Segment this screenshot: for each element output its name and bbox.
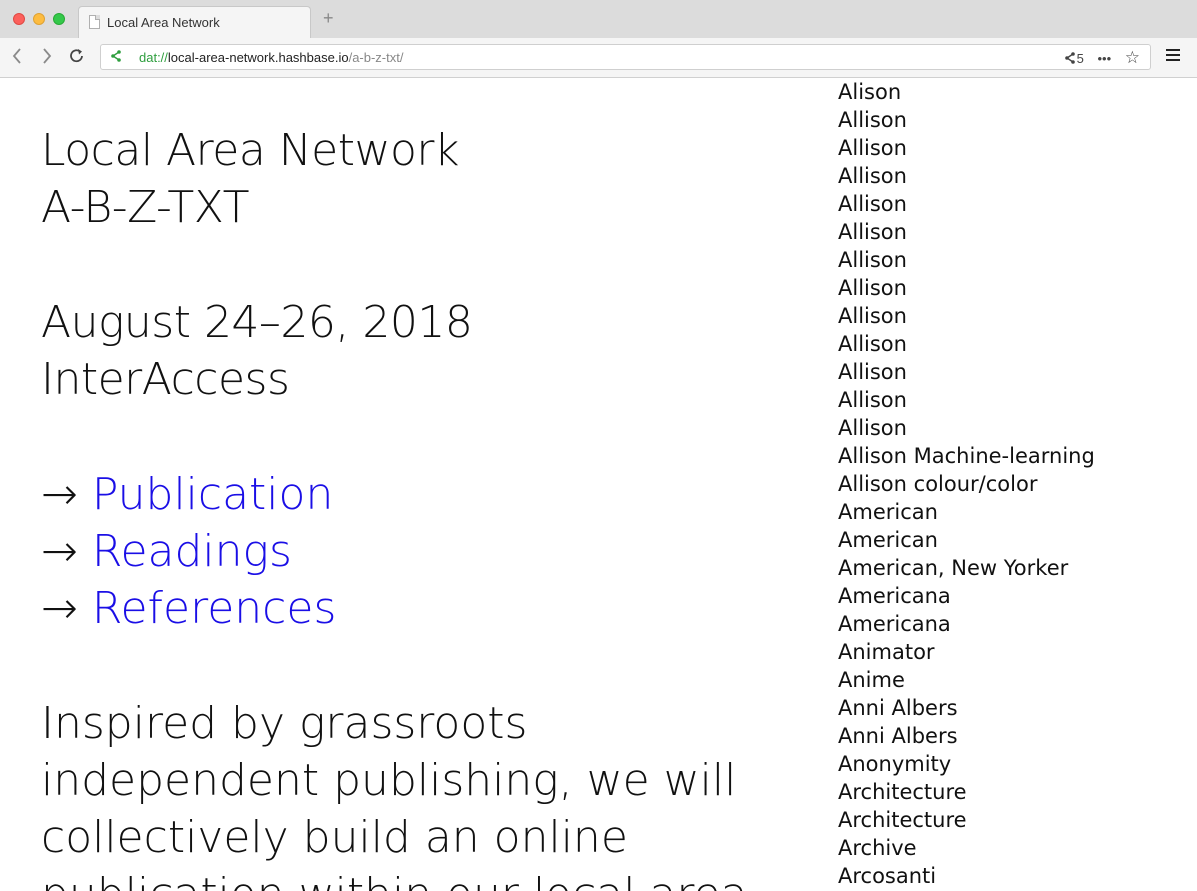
index-list-item: Allison colour/color	[838, 472, 1038, 496]
hamburger-menu-icon[interactable]	[1166, 49, 1180, 61]
url-text[interactable]: dat://local-area-network.hashbase.io/a-b…	[139, 50, 403, 65]
index-list-item: American	[838, 528, 938, 552]
back-icon[interactable]	[12, 47, 22, 69]
active-tab[interactable]: Local Area Network	[78, 6, 311, 39]
index-list-item: Anonymity	[838, 752, 952, 776]
site-title: Local Area Network	[41, 125, 459, 176]
tab-title: Local Area Network	[107, 15, 220, 30]
index-list-item: Alison	[838, 80, 902, 104]
index-list-item: Allison Machine-learning	[838, 444, 1095, 468]
index-list: Alison Allison Allison Allison Allison Alliso…	[838, 78, 1095, 890]
index-list-item: Animator	[838, 640, 935, 664]
page-content: Local Area Network A-B-Z-TXT August 24–2…	[0, 78, 1197, 891]
index-list-item: Americana	[838, 584, 951, 608]
new-tab-button[interactable]: +	[323, 9, 334, 27]
index-list-item: Allison	[838, 276, 907, 300]
event-date: August 24–26, 2018	[41, 297, 473, 348]
reload-icon[interactable]	[68, 47, 86, 69]
index-list-item: Allison	[838, 108, 907, 132]
site-subtitle: A-B-Z-TXT	[41, 182, 249, 233]
url-scheme: dat://	[139, 50, 168, 65]
references-link[interactable]: References	[92, 583, 337, 634]
peer-count: 5	[1076, 51, 1084, 66]
arrow-icon: →	[41, 526, 78, 577]
link-row-publication: → Publication	[41, 466, 801, 523]
index-list-item: Allison	[838, 388, 907, 412]
peers-share-button[interactable]: 5	[1064, 51, 1084, 66]
link-row-references: → References	[41, 580, 801, 637]
forward-icon[interactable]	[42, 47, 52, 69]
publication-link[interactable]: Publication	[92, 469, 333, 520]
index-list-item: Allison	[838, 192, 907, 216]
link-row-readings: → Readings	[41, 523, 801, 580]
close-window-button[interactable]	[13, 13, 25, 25]
index-list-item: American, New Yorker	[838, 556, 1069, 580]
bookmark-star-icon[interactable]: ☆	[1125, 48, 1140, 67]
readings-link[interactable]: Readings	[92, 526, 292, 577]
navigation-bar: dat://local-area-network.hashbase.io/a-b…	[0, 38, 1197, 78]
address-bar[interactable]: dat://local-area-network.hashbase.io/a-b…	[100, 44, 1151, 70]
url-path: /a-b-z-txt/	[348, 50, 404, 65]
index-list-item: Anni Albers	[838, 724, 958, 748]
index-list-item: Anni Albers	[838, 696, 958, 720]
index-list-item: Allison	[838, 248, 907, 272]
index-list-item: Anime	[838, 668, 905, 692]
tab-bar: Local Area Network +	[0, 0, 1197, 39]
index-list-item: Allison	[838, 360, 907, 384]
index-list-item: Allison	[838, 416, 907, 440]
index-list-item: Allison	[838, 332, 907, 356]
share-network-icon[interactable]	[111, 50, 121, 65]
index-list-item: American	[838, 500, 938, 524]
zoom-window-button[interactable]	[53, 13, 65, 25]
arrow-icon: →	[41, 469, 78, 520]
page-icon	[89, 15, 100, 29]
intro-paragraph: Inspired by grassroots independent publi…	[41, 698, 748, 891]
arrow-icon: →	[41, 583, 78, 634]
index-list-item: Archive	[838, 836, 917, 860]
url-host: local-area-network.hashbase.io	[167, 50, 349, 65]
index-list-item: Allison	[838, 220, 907, 244]
index-list-item: Allison	[838, 304, 907, 328]
minimize-window-button[interactable]	[33, 13, 45, 25]
event-venue: InterAccess	[41, 354, 290, 405]
index-list-item: Arcosanti	[838, 864, 937, 888]
index-list-item: Allison	[838, 136, 907, 160]
more-options-icon[interactable]: •••	[1097, 51, 1111, 66]
address-bar-actions: 5 ••• ☆	[1055, 48, 1140, 68]
index-list-item: Architecture	[838, 808, 967, 832]
index-list-item: Architecture	[838, 780, 967, 804]
main-column: Local Area Network A-B-Z-TXT August 24–2…	[41, 122, 801, 891]
index-list-item: Americana	[838, 612, 951, 636]
index-list-item: Allison	[838, 164, 907, 188]
